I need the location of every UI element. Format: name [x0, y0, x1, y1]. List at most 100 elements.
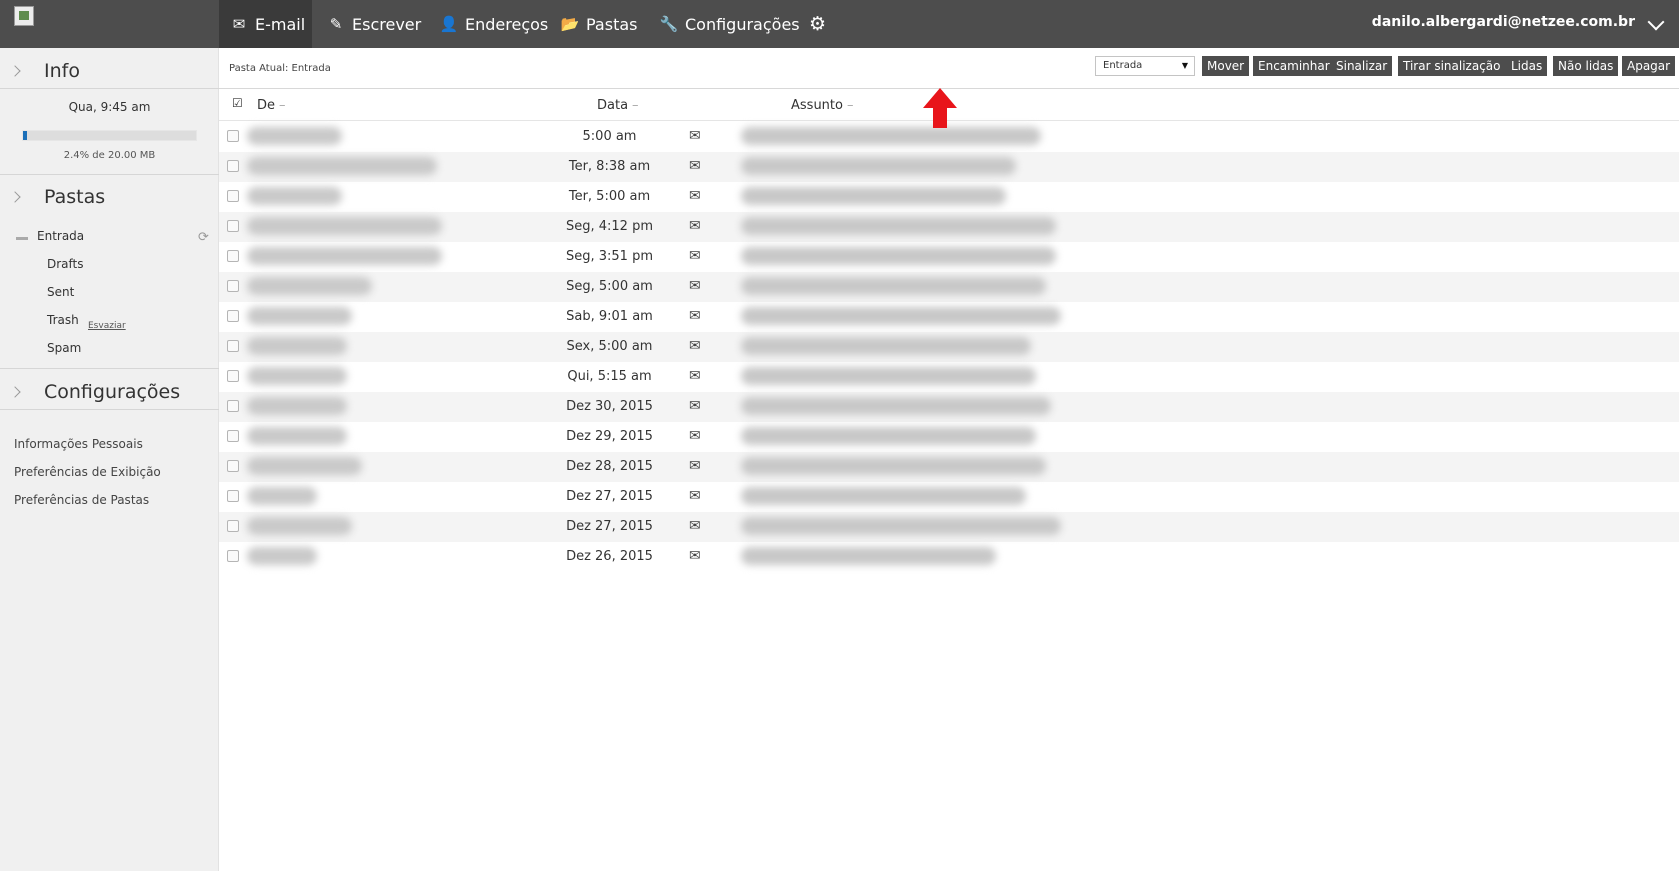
row-checkbox[interactable] [227, 460, 239, 472]
message-row[interactable]: Dez 30, 2015 ✉ [219, 392, 1679, 422]
red-arrow-annotation [923, 88, 957, 128]
flag-button[interactable]: Sinalizar [1331, 56, 1393, 76]
row-checkbox[interactable] [227, 370, 239, 382]
row-checkbox[interactable] [227, 220, 239, 232]
settings-link-personal-info[interactable]: Informações Pessoais [14, 437, 143, 451]
envelope-icon: ✉ [689, 188, 701, 204]
message-row[interactable]: Seg, 5:00 am ✉ [219, 272, 1679, 302]
row-checkbox[interactable] [227, 190, 239, 202]
nav-email[interactable]: ✉ E-mail [219, 0, 312, 48]
row-checkbox[interactable] [227, 490, 239, 502]
folder-open-icon: 📂 [560, 15, 580, 33]
move-target-select[interactable]: Entrada [1095, 56, 1195, 76]
delete-button[interactable]: Apagar [1622, 56, 1676, 76]
envelope-icon: ✉ [689, 308, 701, 324]
collapse-icon[interactable] [16, 237, 28, 240]
message-row[interactable]: Qui, 5:15 am ✉ [219, 362, 1679, 392]
settings-section-header[interactable]: Configurações [0, 373, 219, 411]
envelope-icon: ✉ [689, 548, 701, 564]
user-email[interactable]: danilo.albergardi@netzee.com.br [1372, 14, 1635, 30]
subject-redacted[interactable] [741, 457, 1046, 475]
sender-redacted [247, 307, 352, 325]
chevron-down-icon[interactable] [1647, 13, 1665, 31]
subject-redacted[interactable] [741, 157, 1016, 175]
envelope-icon: ✉ [689, 218, 701, 234]
nav-addresses[interactable]: 👤 Endereços [439, 0, 549, 48]
row-checkbox[interactable] [227, 340, 239, 352]
info-title: Info [44, 60, 80, 82]
subject-redacted[interactable] [741, 217, 1056, 235]
column-subject[interactable]: Assunto – [791, 98, 853, 113]
subject-redacted[interactable] [741, 187, 1006, 205]
message-date: Sab, 9:01 am [566, 309, 653, 324]
subject-redacted[interactable] [741, 337, 1031, 355]
row-checkbox[interactable] [227, 280, 239, 292]
message-row[interactable]: Ter, 8:38 am ✉ [219, 152, 1679, 182]
sender-redacted [247, 187, 342, 205]
folder-trash[interactable]: Trash [47, 313, 79, 327]
message-row[interactable]: Dez 27, 2015 ✉ [219, 512, 1679, 542]
row-checkbox[interactable] [227, 310, 239, 322]
empty-trash-link[interactable]: Esvaziar [88, 321, 126, 331]
forward-button[interactable]: Encaminhar [1253, 56, 1335, 76]
subject-redacted[interactable] [741, 127, 1041, 145]
message-date: Sex, 5:00 am [566, 339, 653, 354]
row-checkbox[interactable] [227, 130, 239, 142]
info-section-header[interactable]: Info [0, 52, 219, 90]
select-all-checkbox-icon[interactable]: ☑ [232, 96, 243, 110]
message-date: Dez 28, 2015 [566, 459, 653, 474]
column-date[interactable]: Data – [597, 98, 639, 113]
user-icon: 👤 [439, 15, 459, 33]
message-date: Dez 30, 2015 [566, 399, 653, 414]
message-row[interactable]: Dez 28, 2015 ✉ [219, 452, 1679, 482]
mark-read-button[interactable]: Lidas [1506, 56, 1548, 76]
folders-section-header[interactable]: Pastas [0, 178, 219, 216]
logo[interactable] [14, 6, 34, 26]
settings-link-folder-prefs[interactable]: Preferências de Pastas [14, 493, 149, 507]
refresh-icon[interactable]: ⟳ [198, 230, 209, 245]
envelope-icon: ✉ [232, 15, 246, 33]
message-row[interactable]: Sex, 5:00 am ✉ [219, 332, 1679, 362]
message-row[interactable]: Dez 27, 2015 ✉ [219, 482, 1679, 512]
row-checkbox[interactable] [227, 550, 239, 562]
sort-icon: – [846, 98, 854, 113]
gear-icon[interactable]: ⚙ [809, 0, 826, 48]
message-row[interactable]: Dez 29, 2015 ✉ [219, 422, 1679, 452]
column-from[interactable]: De – [257, 98, 286, 113]
nav-folders[interactable]: 📂 Pastas [560, 0, 638, 48]
mark-unread-button[interactable]: Não lidas [1553, 56, 1619, 76]
folder-inbox[interactable]: Entrada [37, 229, 84, 243]
sender-redacted [247, 427, 347, 445]
nav-settings[interactable]: 🔧 Configurações [659, 0, 800, 48]
folder-spam[interactable]: Spam [47, 341, 81, 355]
folder-sent[interactable]: Sent [47, 285, 74, 299]
row-checkbox[interactable] [227, 250, 239, 262]
message-row[interactable]: Seg, 3:51 pm ✉ [219, 242, 1679, 272]
settings-link-display-prefs[interactable]: Preferências de Exibição [14, 465, 161, 479]
folder-drafts[interactable]: Drafts [47, 257, 84, 271]
unflag-button[interactable]: Tirar sinalização [1398, 56, 1506, 76]
row-checkbox[interactable] [227, 430, 239, 442]
subject-redacted[interactable] [741, 367, 1036, 385]
message-row[interactable]: Dez 26, 2015 ✉ [219, 542, 1679, 572]
subject-redacted[interactable] [741, 397, 1051, 415]
subject-redacted[interactable] [741, 247, 1056, 265]
subject-redacted[interactable] [741, 487, 1026, 505]
subject-redacted[interactable] [741, 277, 1046, 295]
message-date: Dez 27, 2015 [566, 489, 653, 504]
message-row[interactable]: Seg, 4:12 pm ✉ [219, 212, 1679, 242]
subject-redacted[interactable] [741, 547, 996, 565]
subject-redacted[interactable] [741, 307, 1061, 325]
subject-redacted[interactable] [741, 517, 1061, 535]
sender-redacted [247, 127, 342, 145]
row-checkbox[interactable] [227, 160, 239, 172]
row-checkbox[interactable] [227, 400, 239, 412]
message-row[interactable]: Sab, 9:01 am ✉ [219, 302, 1679, 332]
sender-redacted [247, 397, 347, 415]
row-checkbox[interactable] [227, 520, 239, 532]
nav-compose[interactable]: ✎ Escrever [326, 0, 422, 48]
subject-redacted[interactable] [741, 427, 1036, 445]
envelope-icon: ✉ [689, 398, 701, 414]
move-button[interactable]: Mover [1202, 56, 1250, 76]
message-row[interactable]: Ter, 5:00 am ✉ [219, 182, 1679, 212]
